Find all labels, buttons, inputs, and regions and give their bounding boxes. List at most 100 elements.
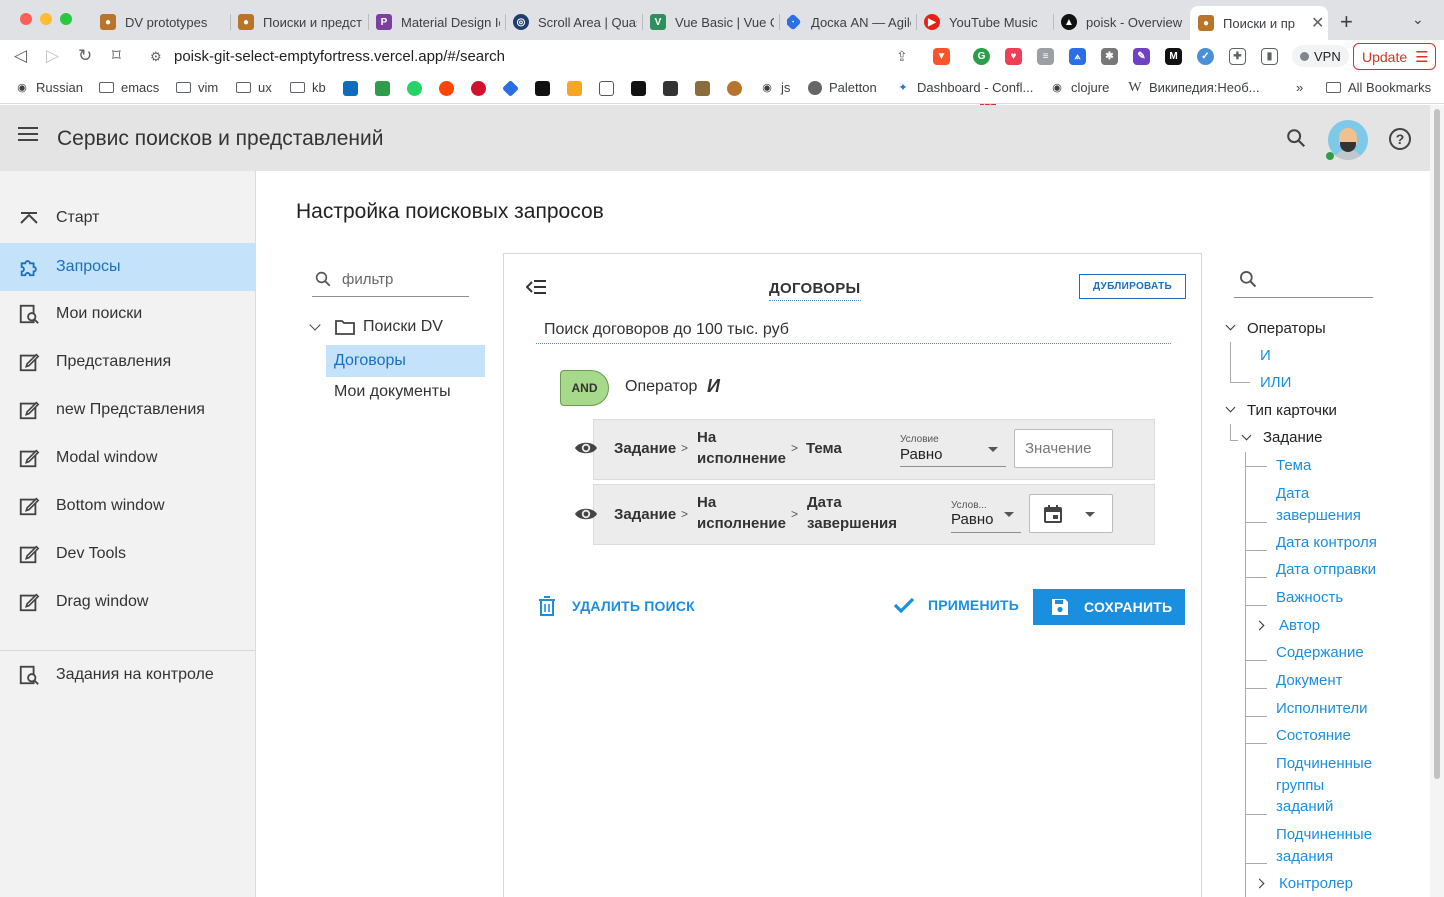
- sidebar-item-controlled-tasks[interactable]: Задания на контроле: [0, 651, 255, 699]
- chevron-right-icon[interactable]: [1254, 878, 1265, 889]
- bookmark-icon[interactable]: ⌑: [112, 46, 121, 66]
- chevron-down-icon[interactable]: [1225, 402, 1236, 413]
- forward-icon[interactable]: ▷: [46, 46, 59, 66]
- sidebar-item-dev-tools[interactable]: Dev Tools: [0, 530, 255, 578]
- bookmark-item[interactable]: ◉ clojure: [1050, 80, 1109, 95]
- tree-node-author[interactable]: Автор: [1279, 615, 1320, 637]
- bookmark-folder[interactable]: kb: [290, 80, 326, 95]
- help-icon[interactable]: ?: [1389, 128, 1411, 150]
- whatsapp-icon[interactable]: [407, 81, 422, 96]
- bookmark-item[interactable]: ✦ Dashboard - Confl...: [896, 80, 1033, 95]
- medium-icon[interactable]: [631, 81, 646, 96]
- sidebar-item-new-views[interactable]: new Представления: [0, 386, 255, 434]
- search-icon[interactable]: [1285, 127, 1307, 149]
- browser-tab[interactable]: ● DV prototypes: [100, 8, 220, 36]
- new-tab-button[interactable]: +: [1340, 9, 1353, 35]
- bookmark-item[interactable]: ◉ js: [760, 80, 790, 95]
- bookmark-icon[interactable]: [375, 81, 390, 96]
- avatar[interactable]: [1328, 120, 1368, 160]
- tree-item-contracts[interactable]: Договоры: [326, 345, 485, 377]
- bookmark-icon[interactable]: [567, 81, 582, 96]
- url-field[interactable]: poisk-git-select-emptyfortress.vercel.ap…: [174, 48, 505, 65]
- menu-icon[interactable]: [18, 127, 38, 143]
- tree-node-task[interactable]: Задание: [1263, 429, 1323, 446]
- site-settings-icon[interactable]: ⚙: [150, 49, 162, 65]
- close-window-button[interactable]: [20, 13, 32, 25]
- bookmark-item[interactable]: W Википедия:Необ...: [1128, 80, 1259, 96]
- bookmark-icon[interactable]: [727, 81, 742, 96]
- sidebar-item-views[interactable]: Представления: [0, 338, 255, 386]
- minimize-window-button[interactable]: [40, 13, 52, 25]
- browser-tab[interactable]: V Vue Basic | Vue C: [650, 8, 774, 36]
- tree-node-operators[interactable]: Операторы: [1247, 320, 1326, 337]
- eye-icon[interactable]: [574, 439, 598, 457]
- operator-badge[interactable]: AND: [560, 370, 609, 406]
- sidebar-toggle-icon[interactable]: ▮: [1261, 48, 1278, 65]
- bookmark-icon[interactable]: [663, 81, 678, 96]
- browser-tab[interactable]: ● Поиски и предст: [238, 8, 362, 36]
- tree-leaf-field[interactable]: Дата контроля: [1276, 532, 1377, 554]
- date-picker[interactable]: [1029, 494, 1113, 533]
- terminal-icon[interactable]: [535, 81, 550, 96]
- page-scrollbar[interactable]: [1430, 105, 1444, 897]
- chevron-right-icon[interactable]: [1254, 620, 1265, 631]
- vpn-button[interactable]: VPN: [1292, 45, 1349, 67]
- back-icon[interactable]: ◁: [14, 46, 27, 66]
- browser-tab[interactable]: · Доска AN — Agile: [787, 8, 911, 36]
- tree-leaf-field[interactable]: Дата отправки: [1276, 559, 1376, 581]
- extension-icon[interactable]: ✎: [1133, 48, 1150, 65]
- duplicate-button[interactable]: ДУБЛИРОВАТЬ: [1079, 274, 1186, 299]
- jira-icon[interactable]: [502, 80, 519, 97]
- extension-icon[interactable]: G: [973, 48, 990, 65]
- tree-node-controller[interactable]: Контролер: [1279, 873, 1353, 895]
- tree-leaf-field[interactable]: Документ: [1276, 670, 1343, 692]
- reload-icon[interactable]: ↻: [78, 46, 92, 66]
- chevron-down-icon[interactable]: [1225, 320, 1236, 331]
- condition-select[interactable]: Равно: [900, 446, 942, 463]
- query-title[interactable]: ДОГОВОРЫ: [769, 280, 861, 301]
- maximize-window-button[interactable]: [60, 13, 72, 25]
- browser-tab[interactable]: ▲ poisk - Overview: [1061, 8, 1185, 36]
- dropdown-arrow-icon[interactable]: [988, 447, 998, 452]
- browser-tab-active[interactable]: ● Поиски и пр ✕: [1190, 6, 1328, 40]
- pocket-icon[interactable]: ♥: [1005, 48, 1022, 65]
- dropdown-arrow-icon[interactable]: [1004, 512, 1014, 517]
- sidebar-item-modal-window[interactable]: Modal window: [0, 434, 255, 482]
- tree-leaf-field[interactable]: Подчиненные задания: [1276, 824, 1376, 867]
- close-tab-icon[interactable]: ✕: [1311, 13, 1324, 33]
- sidebar-item-drag-window[interactable]: Drag window: [0, 578, 255, 626]
- extension-icon[interactable]: ✓: [1197, 48, 1214, 65]
- delete-search-button[interactable]: УДАЛИТЬ ПОИСК: [538, 596, 695, 616]
- tree-leaf-field[interactable]: Содержание: [1276, 642, 1364, 664]
- sidebar-item-start[interactable]: Старт: [0, 194, 255, 242]
- bookmark-icon[interactable]: [599, 81, 614, 96]
- tree-leaf-field[interactable]: Дата завершения: [1276, 483, 1376, 526]
- sidebar-item-queries[interactable]: Запросы: [0, 243, 255, 291]
- collapse-panel-icon[interactable]: [526, 278, 548, 296]
- field-search-input[interactable]: [1234, 262, 1373, 298]
- tree-leaf-operator[interactable]: И: [1260, 345, 1271, 367]
- tree-item-my-documents[interactable]: Мои документы: [334, 383, 451, 401]
- save-button[interactable]: СОХРАНИТЬ: [1033, 589, 1185, 625]
- bookmark-icon[interactable]: [471, 81, 486, 96]
- update-button[interactable]: Update ☰: [1353, 43, 1436, 70]
- bookmark-item[interactable]: · Paletton: [808, 80, 877, 95]
- tree-leaf-operator[interactable]: ИЛИ: [1260, 372, 1291, 394]
- puzzle-extensions-icon[interactable]: ✚: [1229, 48, 1246, 65]
- value-input[interactable]: Значение: [1014, 429, 1113, 468]
- chevron-down-icon[interactable]: ⌄: [1412, 11, 1424, 28]
- query-description[interactable]: Поиск договоров до 100 тыс. руб: [536, 321, 1171, 344]
- bookmark-folder[interactable]: vim: [176, 80, 218, 95]
- share-icon[interactable]: ⇪: [896, 48, 908, 65]
- browser-tab[interactable]: ◎ Scroll Area | Quas: [513, 8, 637, 36]
- bookmark-icon[interactable]: [695, 81, 710, 96]
- bookmark-item[interactable]: ◉ Russian: [15, 80, 83, 95]
- apply-button[interactable]: ПРИМЕНИТЬ: [893, 596, 1019, 614]
- tree-node-card-type[interactable]: Тип карточки: [1247, 402, 1337, 419]
- bookmark-folder[interactable]: All Bookmarks: [1326, 80, 1431, 95]
- tree-folder-searches[interactable]: Поиски DV: [309, 318, 443, 336]
- medium-icon[interactable]: M: [1165, 48, 1182, 65]
- bug-icon[interactable]: ✱: [1101, 48, 1118, 65]
- outlook-icon[interactable]: [343, 81, 358, 96]
- condition-select[interactable]: Равно: [951, 511, 993, 528]
